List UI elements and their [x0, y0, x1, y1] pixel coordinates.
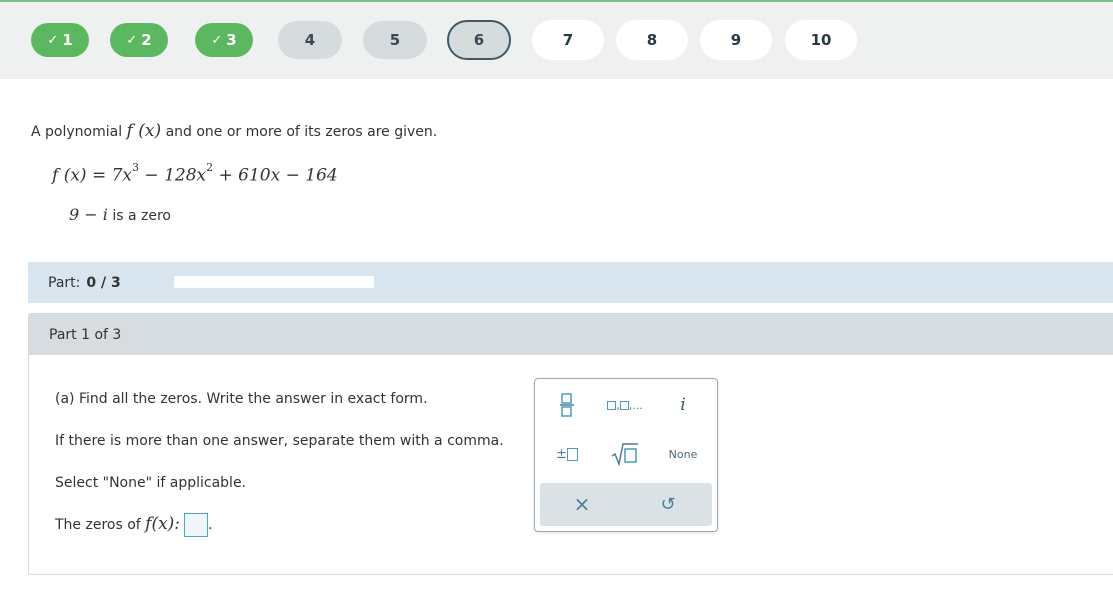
answer-input[interactable]: [184, 513, 209, 537]
square-root-key[interactable]: [601, 436, 649, 472]
box-icon: [619, 400, 629, 410]
fraction-key[interactable]: [543, 387, 591, 423]
question-8-button[interactable]: 8: [616, 20, 688, 60]
undo-button[interactable]: ↺: [644, 486, 692, 522]
plus-minus-key[interactable]: ±: [543, 436, 591, 472]
imaginary-i-key[interactable]: i: [659, 387, 707, 423]
none-key[interactable]: None: [659, 436, 707, 472]
box-icon: [566, 447, 578, 461]
problem-prompt: A polynomial f (x) and one or more of it…: [31, 121, 438, 141]
check-icon: ✓: [126, 32, 138, 48]
function-symbol: f (x): [126, 121, 162, 141]
box-icon: [607, 400, 617, 410]
list-key[interactable]: ,,...: [601, 387, 649, 423]
fraction-icon: [560, 393, 574, 417]
question-2-button[interactable]: ✓ 2: [110, 23, 168, 57]
close-icon: ×: [573, 492, 591, 516]
part-progress-value: 0 / 3: [86, 274, 121, 291]
square-root-icon: [611, 443, 638, 466]
question-3-button[interactable]: ✓ 3: [195, 23, 253, 57]
part-progress-bar: Part: 0 / 3: [28, 262, 1113, 303]
question-10-button[interactable]: 10: [785, 20, 857, 60]
question-4-button[interactable]: 4: [278, 21, 342, 59]
question-6-button[interactable]: 6: [447, 20, 511, 60]
polynomial-equation: f (x) = 7x3 − 128x2 + 610x − 164: [52, 161, 338, 186]
question-5-button[interactable]: 5: [363, 21, 427, 59]
question-9-button[interactable]: 9: [700, 20, 772, 60]
check-icon: ✓: [211, 32, 223, 48]
none-note: Select "None" if applicable.: [55, 475, 247, 491]
math-keypad: ,,... i ± None × ↺: [534, 378, 718, 532]
question-1-button[interactable]: ✓ 1: [31, 23, 89, 57]
undo-icon: ↺: [660, 493, 676, 515]
check-icon: ✓: [47, 32, 59, 48]
answer-row: The zeros of f(x):.: [55, 513, 212, 537]
separator-note: If there is more than one answer, separa…: [55, 433, 504, 449]
question-navigator: ✓ 1 ✓ 2 ✓ 3 4 5 6 7 8 9 10: [0, 2, 1113, 79]
question-7-button[interactable]: 7: [532, 20, 604, 60]
progress-track: [174, 276, 374, 288]
clear-button[interactable]: ×: [558, 486, 606, 522]
instruction-text: (a) Find all the zeros. Write the answer…: [55, 391, 428, 407]
part-header: Part 1 of 3: [29, 314, 1113, 355]
given-zero: 9 − i is a zero: [69, 205, 171, 224]
